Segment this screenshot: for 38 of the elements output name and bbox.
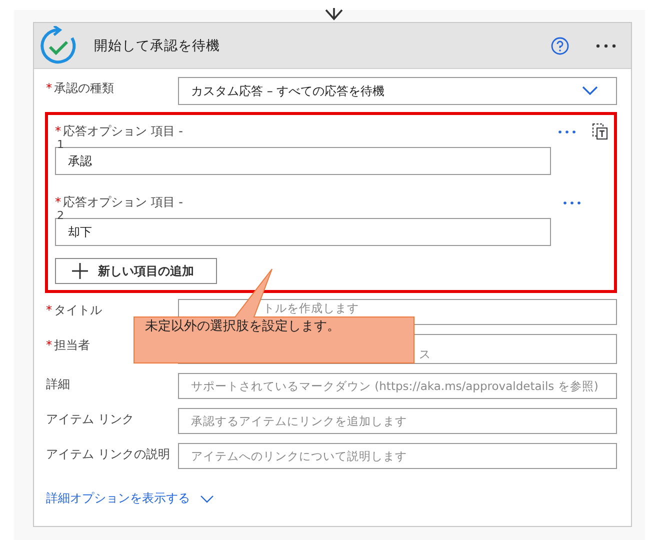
- action-title: 開始して承認を待機: [94, 36, 221, 54]
- input-field[interactable]: 承認するアイテムにリンクを追加します: [178, 408, 617, 434]
- field-label: アイテム リンクの説明: [46, 447, 170, 461]
- required-mark: *: [55, 195, 61, 209]
- more-icon: [558, 130, 576, 134]
- field-label: 承認の種類: [54, 81, 114, 95]
- required-mark: *: [46, 81, 52, 95]
- required-mark: *: [46, 338, 52, 352]
- field-label: タイトル: [54, 303, 102, 317]
- help-icon: [551, 36, 569, 54]
- field-label: 応答オプション 項目 -: [63, 195, 183, 209]
- required-mark: *: [46, 303, 52, 317]
- item-number: 2: [57, 210, 65, 221]
- more-icon: [595, 42, 617, 48]
- advanced-options-link[interactable]: 詳細オプションを表示する: [46, 490, 214, 507]
- chevron-down-icon: [200, 494, 214, 502]
- item-number: 1: [57, 139, 65, 150]
- copy-text-icon: [592, 123, 608, 140]
- approval-icon: [38, 26, 78, 66]
- input-field[interactable]: サポートされているマークダウン (https://aka.ms/approvaldetails を参照): [178, 373, 617, 399]
- input-field[interactable]: 承認: [55, 147, 551, 175]
- more-button[interactable]: [558, 130, 576, 134]
- help-button[interactable]: [549, 34, 571, 56]
- required-mark: *: [55, 124, 61, 138]
- chevron-down-icon: [582, 86, 598, 96]
- input-field[interactable]: アイテムへのリンクについて説明します: [178, 443, 617, 469]
- field-label: 応答オプション 項目 -: [63, 124, 183, 138]
- dropdown[interactable]: カスタム応答 – すべての応答を待機: [178, 77, 617, 105]
- more-button[interactable]: [563, 201, 581, 205]
- more-icon: [563, 201, 581, 205]
- field-label: 担当者: [54, 338, 90, 352]
- field-label: 詳細: [46, 377, 70, 391]
- plus-icon: [72, 263, 88, 279]
- field-label: アイテム リンク: [46, 412, 134, 426]
- arrow-down-icon: [324, 8, 344, 22]
- copy-button[interactable]: [592, 123, 608, 140]
- add-item-button[interactable]: 新しい項目の追加: [55, 258, 217, 284]
- input-field[interactable]: 却下: [55, 218, 551, 246]
